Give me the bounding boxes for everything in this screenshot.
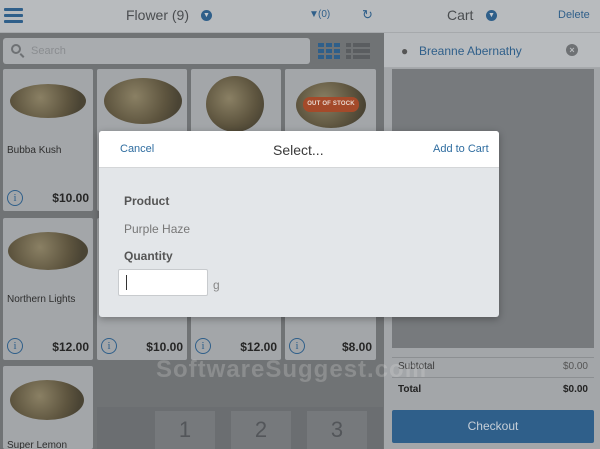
grid-view-icon[interactable]: [318, 42, 342, 59]
hamburger-menu-icon[interactable]: [4, 8, 23, 23]
info-icon[interactable]: i: [289, 338, 305, 354]
modal-title: Select...: [273, 142, 324, 158]
keypad-key-1[interactable]: 1: [155, 411, 215, 449]
product-image: [10, 84, 86, 118]
product-label: Product: [124, 194, 170, 208]
keypad-key-2[interactable]: 2: [231, 411, 291, 449]
product-image: [104, 78, 182, 124]
subtotal-value: $0.00: [562, 361, 588, 372]
product-image: [8, 232, 88, 270]
top-bar: [0, 0, 600, 33]
add-to-cart-button[interactable]: Add to Cart: [433, 143, 489, 155]
info-icon[interactable]: i: [101, 338, 117, 354]
product-name: Bubba Kush: [7, 145, 62, 156]
text-cursor: [126, 275, 127, 290]
clear-customer-icon[interactable]: ×: [566, 44, 578, 56]
product-image: [10, 380, 84, 420]
quantity-input[interactable]: [118, 269, 208, 296]
refresh-icon[interactable]: ↻: [362, 7, 373, 23]
product-name: Northern Lights: [7, 294, 76, 305]
chevron-down-icon[interactable]: ▼: [201, 10, 212, 21]
list-view-icon[interactable]: [346, 42, 370, 59]
product-price: $10.00: [146, 340, 183, 354]
person-icon: ●: [401, 44, 409, 58]
quantity-label: Quantity: [124, 249, 173, 263]
search-placeholder: Search: [31, 45, 66, 57]
product-price: $12.00: [52, 340, 89, 354]
info-icon[interactable]: i: [195, 338, 211, 354]
category-title[interactable]: Flower (9): [126, 7, 189, 23]
info-icon[interactable]: i: [7, 338, 23, 354]
product-value: Purple Haze: [124, 222, 191, 236]
search-icon: [11, 44, 21, 54]
total-label: Total: [398, 384, 422, 395]
out-of-stock-badge: OUT OF STOCK: [303, 97, 359, 112]
product-price: $8.00: [341, 340, 372, 354]
info-icon[interactable]: i: [7, 190, 23, 206]
cancel-button[interactable]: Cancel: [120, 143, 154, 155]
checkout-button[interactable]: Checkout: [392, 410, 594, 443]
total-value: $0.00: [562, 384, 588, 395]
product-image: [206, 76, 264, 132]
watermark: SoftwareSuggest.com: [156, 356, 428, 383]
cart-title[interactable]: Cart: [447, 7, 473, 23]
keypad-key-3[interactable]: 3: [307, 411, 367, 449]
product-price: $12.00: [240, 340, 277, 354]
customer-name[interactable]: Breanne Abernathy: [419, 44, 522, 58]
quantity-unit: g: [213, 278, 220, 292]
delete-button[interactable]: Delete: [558, 9, 590, 21]
cart-chevron-down-icon[interactable]: ▼: [486, 10, 497, 21]
filter-count[interactable]: (0): [318, 9, 330, 20]
product-price: $10.00: [52, 191, 89, 205]
product-name: Super Lemon: [7, 440, 68, 449]
